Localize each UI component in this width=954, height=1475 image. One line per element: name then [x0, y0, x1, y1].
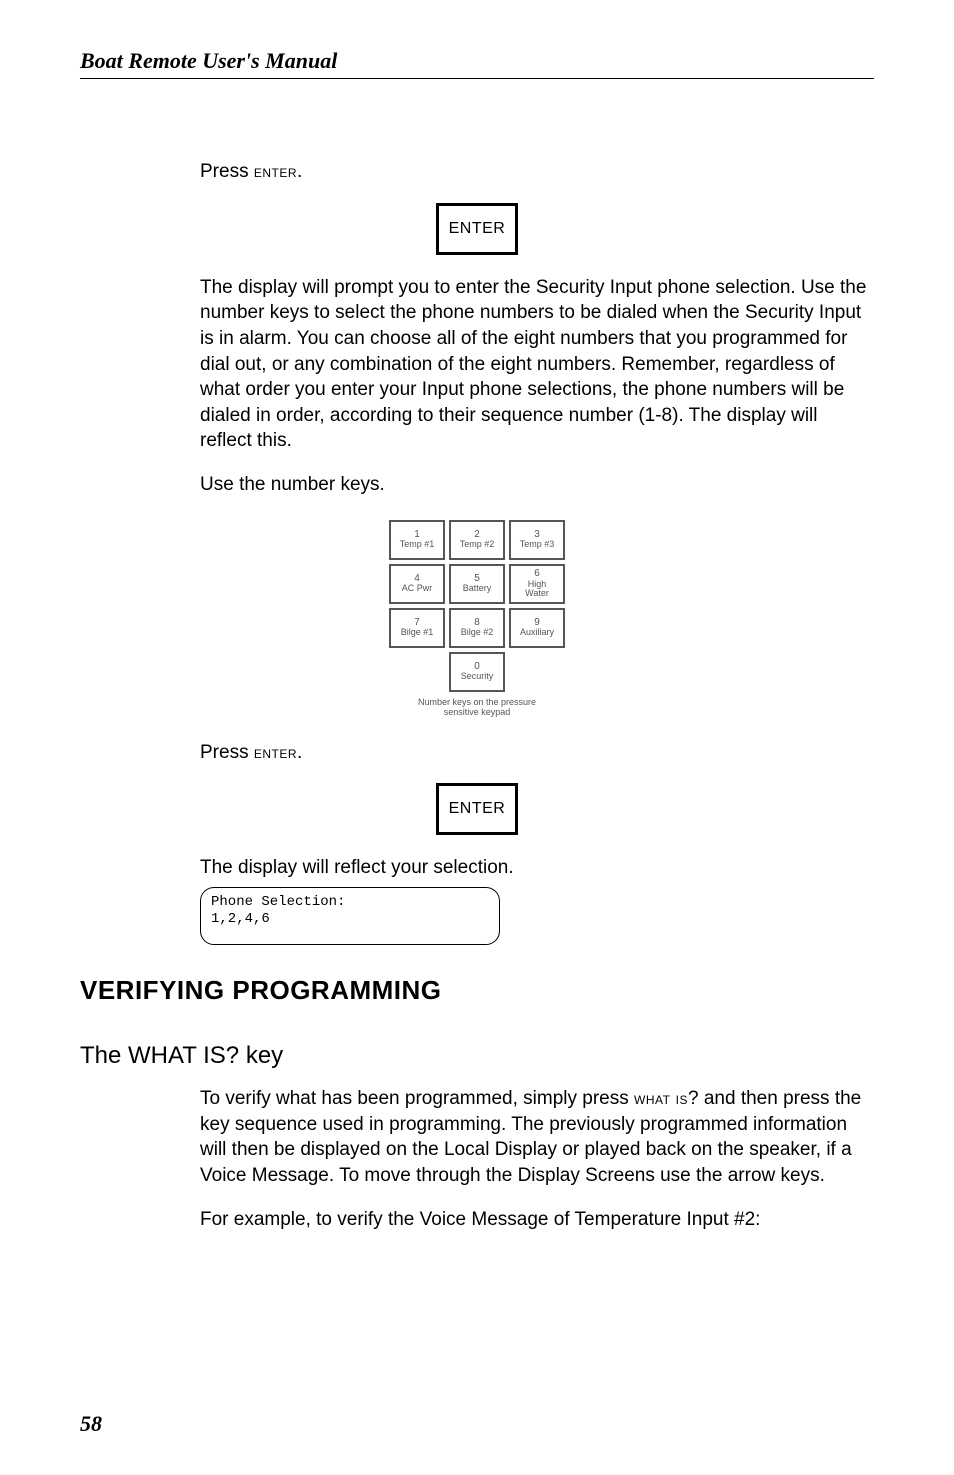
key-6: 6High Water	[509, 564, 565, 604]
enter-smallcaps: enter	[254, 743, 297, 762]
key-8: 8Bilge #2	[449, 608, 505, 648]
caption-line: sensitive keypad	[444, 707, 511, 717]
lcd-line-2: 1,2,4,6	[211, 911, 489, 929]
document-page: Boat Remote User's Manual Press enter. E…	[0, 0, 954, 1475]
body-column: The display will prompt you to enter the…	[200, 275, 874, 498]
running-head: Boat Remote User's Manual	[80, 48, 874, 74]
verifying-programming-heading: VERIFYING PROGRAMMING	[80, 975, 874, 1006]
enter-key-figure-1: ENTER	[80, 203, 874, 255]
key-label: Temp #2	[460, 539, 495, 549]
press-enter-2: Press enter.	[200, 740, 874, 766]
key-7: 7Bilge #1	[389, 608, 445, 648]
text: .	[297, 742, 302, 763]
text: Press	[200, 742, 254, 763]
key-5: 5Battery	[449, 564, 505, 604]
key-label: Security	[461, 671, 494, 681]
head-rule	[80, 78, 874, 79]
text: Press	[200, 161, 254, 182]
example-paragraph: For example, to verify the Voice Message…	[200, 1207, 874, 1233]
key-label: AC Pwr	[402, 583, 433, 593]
press-enter-1: Press enter.	[200, 159, 874, 185]
body-column: Press enter.	[200, 740, 874, 766]
key-4: 4AC Pwr	[389, 564, 445, 604]
keypad-caption: Number keys on the pressure sensitive ke…	[385, 698, 569, 718]
key-label: Bilge #1	[401, 627, 434, 637]
keypad-figure: 1Temp #1 2Temp #2 3Temp #3 4AC Pwr 5Batt…	[80, 516, 874, 720]
use-number-keys: Use the number keys.	[200, 472, 874, 498]
enter-key-figure-2: ENTER	[80, 783, 874, 835]
verify-paragraph: To verify what has been programmed, simp…	[200, 1086, 874, 1189]
key-blank	[509, 652, 565, 692]
body-column: To verify what has been programmed, simp…	[200, 1086, 874, 1232]
key-0: 0Security	[449, 652, 505, 692]
key-label: Temp #1	[400, 539, 435, 549]
text: To verify what has been programmed, simp…	[200, 1088, 634, 1109]
key-1: 1Temp #1	[389, 520, 445, 560]
key-3: 3Temp #3	[509, 520, 565, 560]
caption-line: Number keys on the pressure	[418, 697, 536, 707]
body-column: Press enter.	[200, 159, 874, 185]
key-label: High Water	[525, 579, 549, 598]
what-is-key-heading: The WHAT IS? key	[80, 1042, 874, 1070]
enter-key-icon: ENTER	[436, 203, 519, 255]
what-is-smallcaps: what is	[634, 1089, 688, 1108]
lcd-display: Phone Selection: 1,2,4,6	[200, 887, 500, 945]
lcd-line-1: Phone Selection:	[211, 894, 489, 912]
keypad: 1Temp #1 2Temp #2 3Temp #3 4AC Pwr 5Batt…	[385, 516, 569, 696]
key-2: 2Temp #2	[449, 520, 505, 560]
display-reflect-selection: The display will reflect your selection.	[200, 855, 874, 881]
keypad-wrap: 1Temp #1 2Temp #2 3Temp #3 4AC Pwr 5Batt…	[385, 516, 569, 718]
text: .	[297, 161, 302, 182]
enter-smallcaps: enter	[254, 162, 297, 181]
page-number: 58	[80, 1411, 102, 1437]
key-label: Temp #3	[520, 539, 555, 549]
key-9: 9Auxiliary	[509, 608, 565, 648]
key-label: Auxiliary	[520, 627, 554, 637]
key-blank	[389, 652, 445, 692]
key-label: Battery	[463, 583, 492, 593]
enter-key-icon: ENTER	[436, 783, 519, 835]
key-label: Bilge #2	[461, 627, 494, 637]
security-phone-paragraph: The display will prompt you to enter the…	[200, 275, 874, 454]
body-column: The display will reflect your selection.…	[200, 855, 874, 945]
